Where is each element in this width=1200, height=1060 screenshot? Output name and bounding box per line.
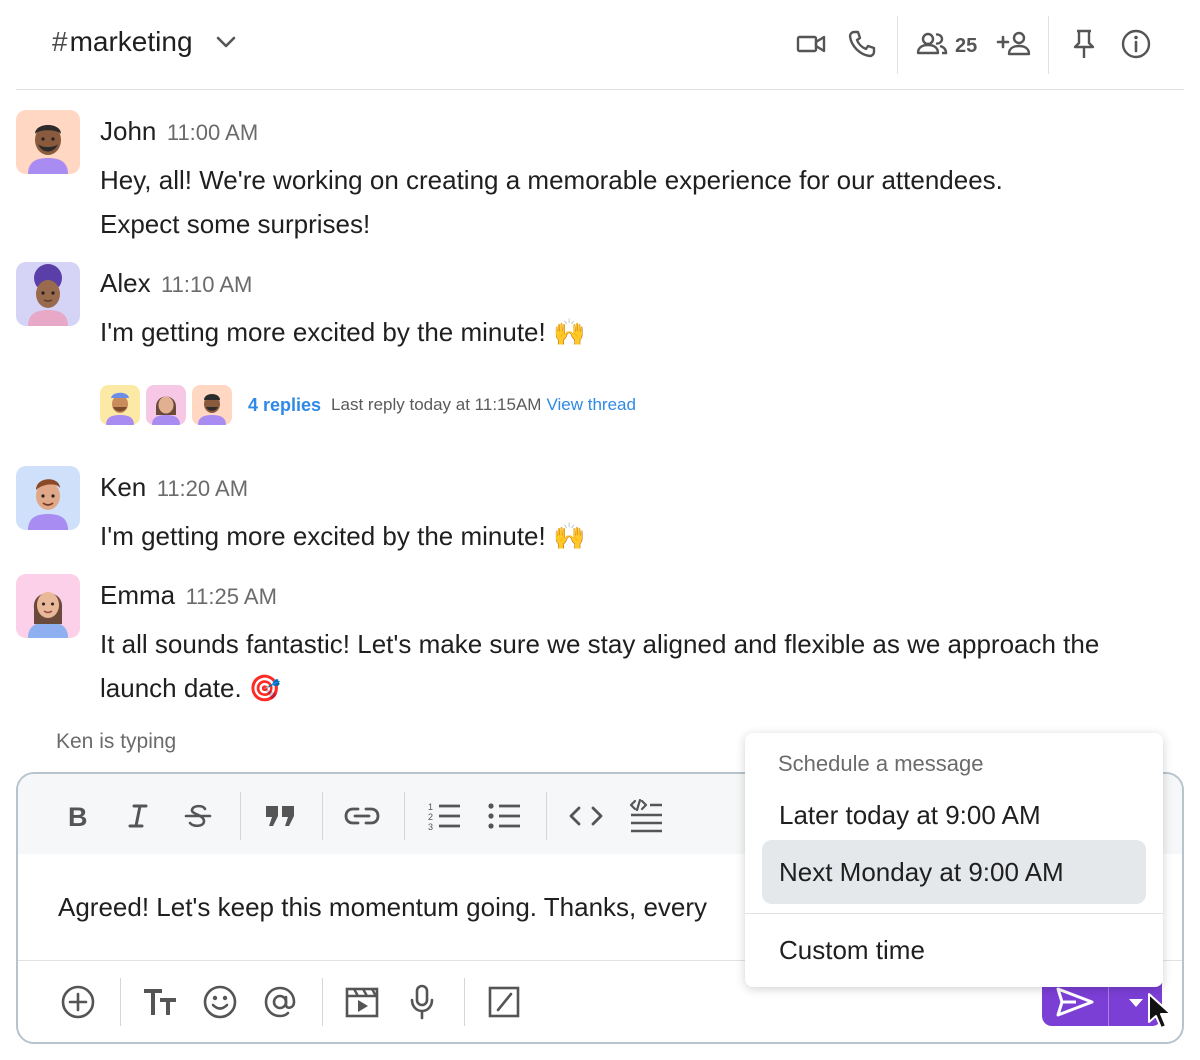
schedule-menu-divider (745, 913, 1163, 914)
toolbar-divider (404, 792, 405, 840)
thread-summary[interactable]: 4 replies Last reply today at 11:15AM Vi… (100, 385, 636, 425)
avatar[interactable] (16, 574, 80, 638)
view-thread-link[interactable]: View thread (546, 395, 635, 415)
participant-avatar (146, 385, 186, 425)
phone-icon[interactable] (846, 28, 878, 60)
schedule-option-next-monday[interactable]: Next Monday at 9:00 AM (762, 840, 1146, 904)
timestamp: 11:25 AM (185, 584, 277, 609)
quote-icon[interactable] (260, 796, 300, 836)
svg-text:B: B (68, 802, 88, 830)
add-member-icon[interactable] (996, 28, 1032, 60)
toolbar-divider (322, 978, 323, 1026)
toolbar-divider (464, 978, 465, 1026)
dropdown-arrow-icon (1128, 995, 1144, 1013)
channel-switcher[interactable]: # marketing (52, 26, 237, 58)
avatar[interactable] (16, 110, 80, 174)
participant-avatar (100, 385, 140, 425)
channel-name: marketing (69, 26, 193, 57)
svg-text:1: 1 (428, 802, 433, 812)
message-header: Emma 11:25 AM (100, 580, 277, 611)
code-icon[interactable] (566, 796, 606, 836)
bullet-list-icon[interactable] (484, 796, 524, 836)
members-icon (915, 28, 949, 65)
send-button-group (1042, 982, 1162, 1026)
thread-replies-link[interactable]: 4 replies (248, 395, 321, 416)
member-count: 25 (955, 35, 978, 57)
toolbar-divider (322, 792, 323, 840)
mouse-pointer-icon (1146, 992, 1178, 1037)
username[interactable]: Alex (100, 268, 151, 298)
ordered-list-icon[interactable]: 123 (424, 796, 464, 836)
emoji-icon[interactable] (200, 982, 240, 1022)
toolbar-divider (120, 978, 121, 1026)
channel-header: # marketing 25 (16, 0, 1184, 90)
message-input[interactable]: Agreed! Let's keep this momentum going. … (58, 892, 707, 923)
avatar[interactable] (16, 262, 80, 326)
message-text: Hey, all! We're working on creating a me… (100, 165, 1003, 239)
add-icon[interactable] (58, 982, 98, 1022)
italic-icon[interactable] (118, 796, 158, 836)
send-icon (1056, 987, 1094, 1022)
bold-icon[interactable]: B (58, 796, 98, 836)
thread-last-reply: Last reply today at 11:15AM (331, 395, 542, 414)
channel-hash: # (52, 26, 68, 57)
schedule-menu: Schedule a message Later today at 9:00 A… (745, 733, 1163, 987)
username[interactable]: John (100, 116, 156, 146)
slash-command-icon[interactable] (484, 982, 524, 1022)
avatar[interactable] (16, 466, 80, 530)
typing-indicator: Ken is typing (56, 730, 177, 753)
message-header: John 11:00 AM (100, 116, 258, 147)
info-icon[interactable] (1120, 28, 1152, 60)
timestamp: 11:20 AM (156, 476, 249, 501)
video-clip-icon[interactable] (342, 982, 382, 1022)
video-call-icon[interactable] (795, 28, 827, 60)
participant-avatar (192, 385, 232, 425)
send-button[interactable] (1042, 982, 1108, 1026)
message-header: Alex 11:10 AM (100, 268, 252, 299)
svg-text:3: 3 (428, 822, 433, 831)
username[interactable]: Ken (100, 472, 146, 502)
svg-text:2: 2 (428, 812, 433, 822)
pin-icon[interactable] (1068, 28, 1100, 60)
message-text: I'm getting more excited by the minute! … (100, 521, 586, 551)
schedule-option-later-today[interactable]: Later today at 9:00 AM (762, 783, 1146, 847)
message-text: I'm getting more excited by the minute! … (100, 317, 586, 347)
username[interactable]: Emma (100, 580, 175, 610)
toolbar-divider (240, 792, 241, 840)
microphone-icon[interactable] (402, 982, 442, 1022)
message-text: It all sounds fantastic! Let's make sure… (100, 629, 1100, 703)
schedule-option-custom-time[interactable]: Custom time (762, 918, 1146, 982)
chevron-down-icon (215, 35, 237, 54)
toolbar-divider (546, 792, 547, 840)
message-header: Ken 11:20 AM (100, 472, 248, 503)
code-block-icon[interactable] (626, 796, 666, 836)
header-divider (1048, 16, 1049, 74)
timestamp: 11:00 AM (166, 120, 259, 145)
members-button[interactable]: 25 (915, 28, 977, 65)
mention-icon[interactable] (260, 982, 300, 1022)
schedule-menu-title: Schedule a message (778, 751, 984, 776)
timestamp: 11:10 AM (161, 272, 253, 297)
text-format-icon[interactable] (140, 982, 180, 1022)
header-divider (897, 16, 898, 74)
link-icon[interactable] (342, 796, 382, 836)
strikethrough-icon[interactable] (178, 796, 218, 836)
